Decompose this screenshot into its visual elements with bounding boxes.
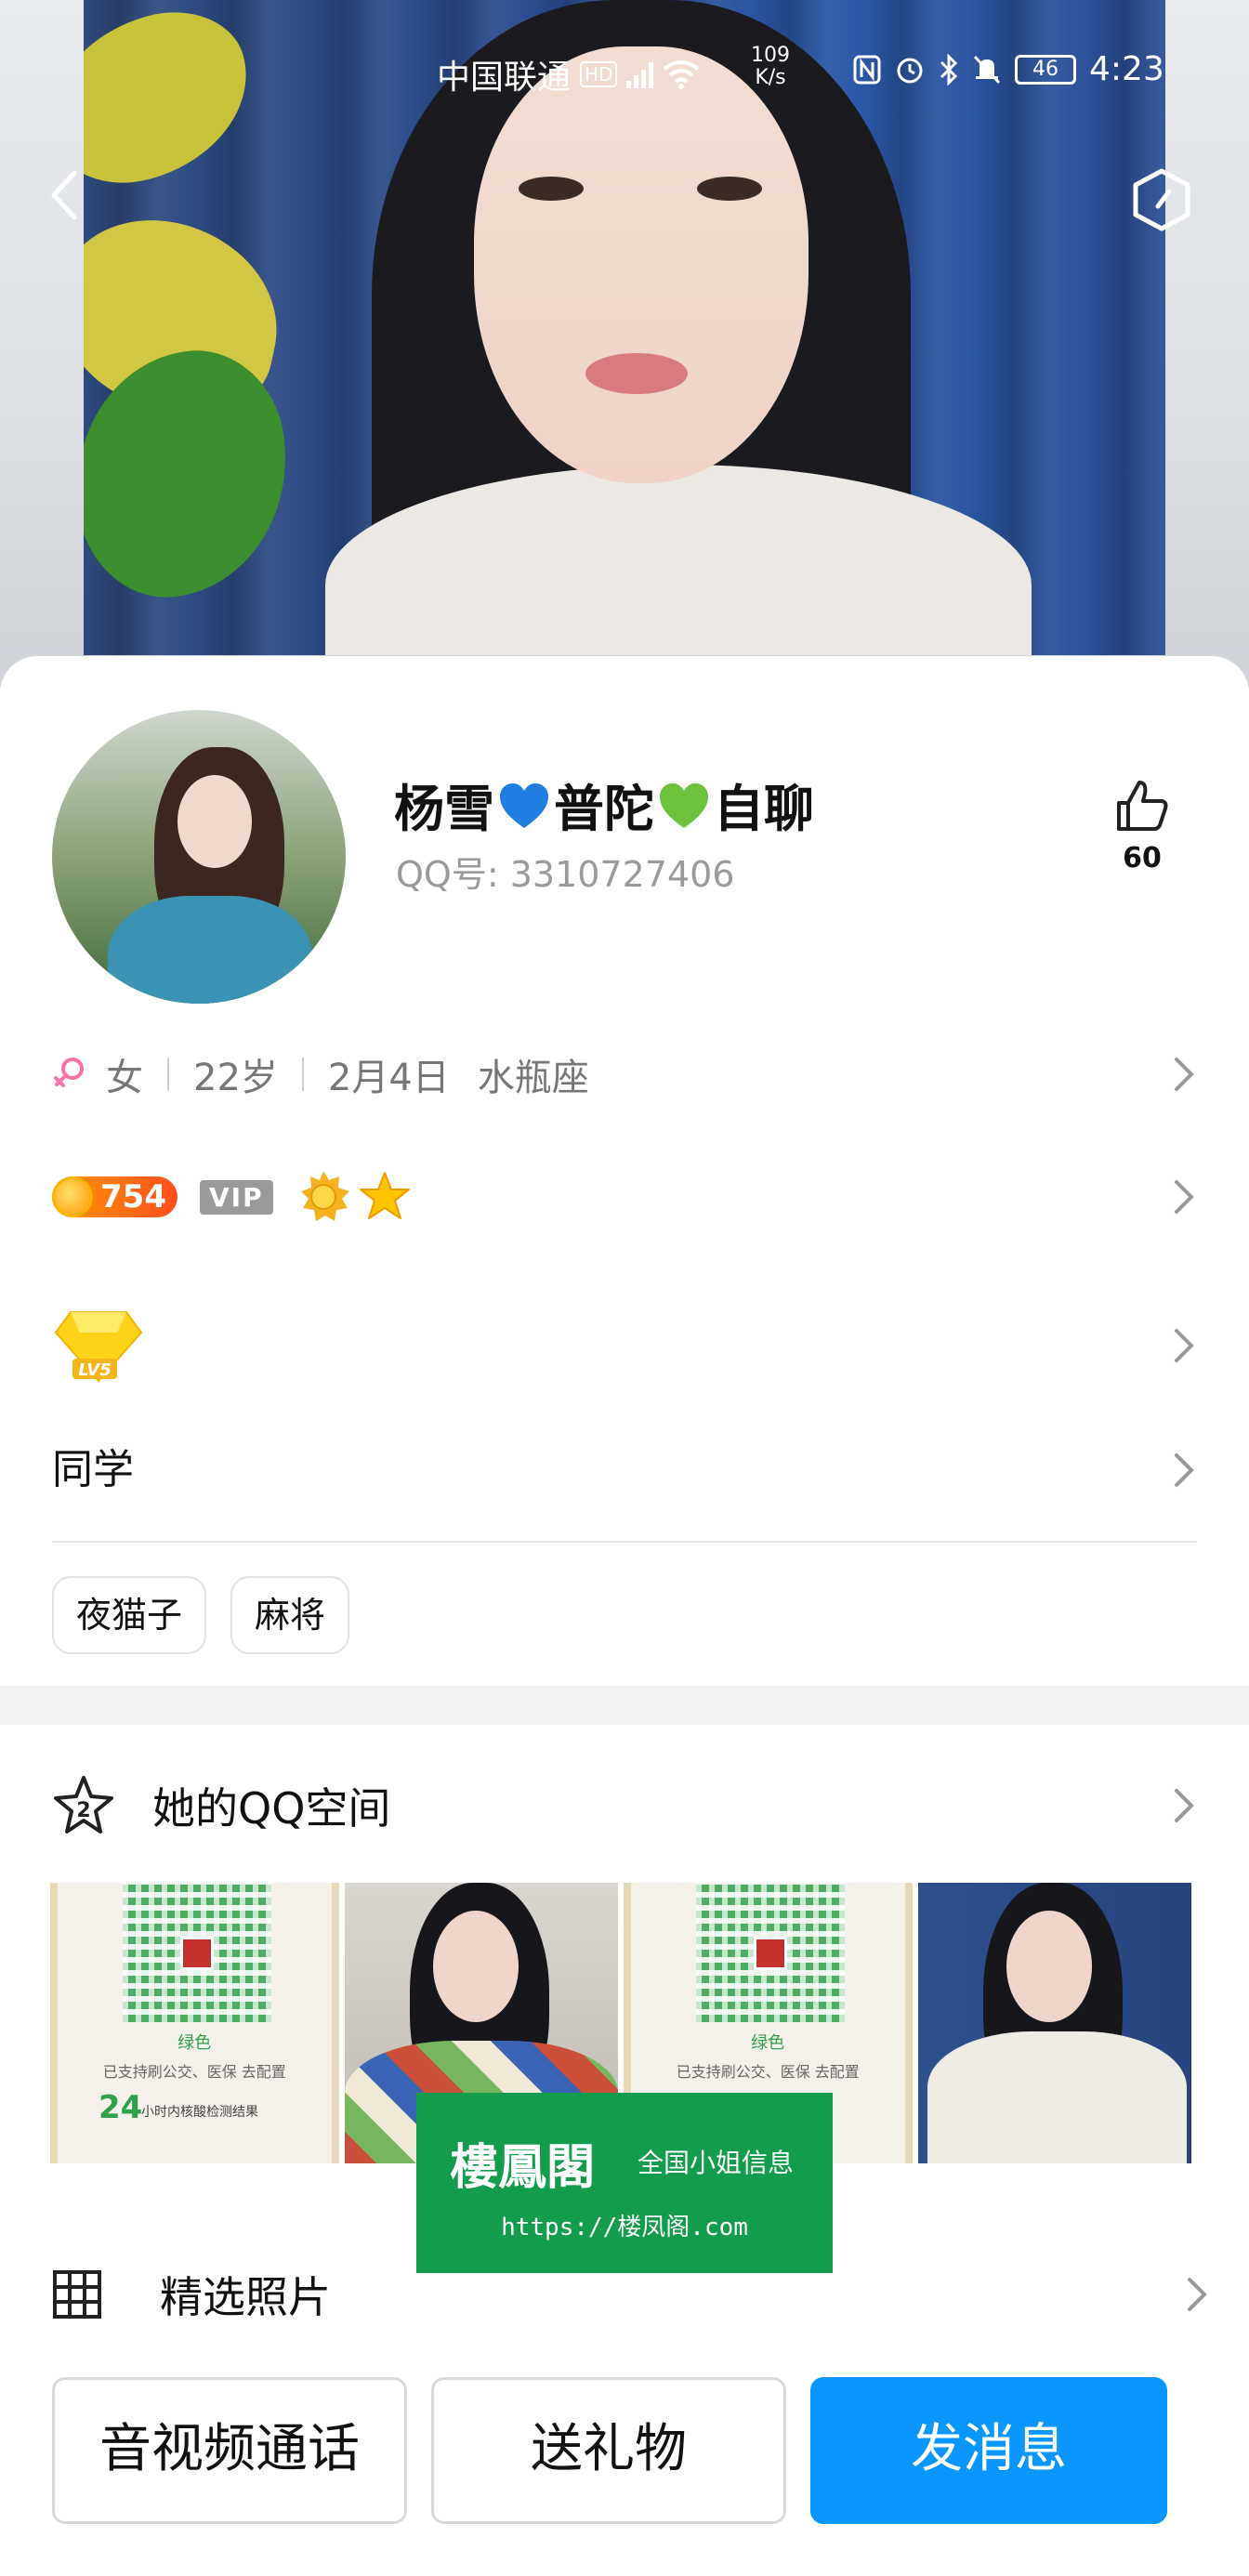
- carrier-name: 中国联通: [437, 59, 572, 97]
- action-bar: 音视频通话 送礼物 发消息: [52, 2377, 1167, 2524]
- birthday: 2月4日: [327, 1057, 450, 1099]
- divider: [301, 1058, 304, 1091]
- section-divider: [0, 1686, 1249, 1725]
- chevron-right-icon: [1175, 1789, 1194, 1822]
- coin-badge: 754: [52, 1176, 177, 1217]
- qzone-star-icon: 2: [54, 1776, 113, 1833]
- watermark-banner: 樓鳳閣 全国小姐信息 https://楼凤阁.com: [416, 2093, 833, 2273]
- badges-row[interactable]: 754 VIP: [52, 1169, 1197, 1225]
- more-button[interactable]: [1132, 167, 1191, 232]
- svg-text:2: 2: [76, 1799, 90, 1822]
- status-bar: 中国联通 HD 109 K/s 46 4:23: [0, 45, 1249, 104]
- qzone-row[interactable]: 2 她的QQ空间: [52, 1773, 1197, 1838]
- coin-icon: [52, 1176, 93, 1217]
- hd-badge: HD: [580, 61, 618, 87]
- featured-photos-row[interactable]: 精选照片: [52, 2262, 1207, 2327]
- divider: [167, 1058, 169, 1091]
- signal-icon: [626, 60, 654, 88]
- bluetooth-icon: [940, 53, 958, 85]
- chevron-right-icon: [1175, 1453, 1194, 1487]
- send-gift-button[interactable]: 送礼物: [431, 2377, 786, 2524]
- female-icon: [54, 1058, 84, 1087]
- thumbs-up-icon: [1117, 781, 1168, 831]
- featured-photos-label: 精选照片: [160, 2272, 331, 2322]
- qq-number: QQ号: 3310727406: [396, 854, 735, 895]
- alarm-icon: [897, 58, 923, 83]
- relation-row[interactable]: 同学: [52, 1442, 1197, 1498]
- qzone-photo[interactable]: [917, 1883, 1191, 2163]
- divider: [52, 1541, 1197, 1543]
- relation-label: 同学: [52, 1446, 134, 1493]
- avatar[interactable]: [52, 710, 346, 1004]
- battery-indicator: 46: [1015, 54, 1076, 85]
- star-icon: [359, 1172, 410, 1219]
- send-message-button[interactable]: 发消息: [810, 2377, 1167, 2524]
- blue-heart-icon: [500, 783, 548, 828]
- vip-badge: VIP: [199, 1179, 273, 1215]
- mute-icon: [973, 55, 1001, 84]
- back-button[interactable]: [46, 167, 93, 232]
- gender: 女: [106, 1057, 143, 1099]
- tag-item[interactable]: 麻将: [230, 1576, 350, 1654]
- green-heart-icon: [660, 783, 708, 828]
- wifi-icon: [664, 60, 700, 89]
- basic-info-row[interactable]: 女 22岁 2月4日 水瓶座: [52, 1046, 1197, 1102]
- tag-item[interactable]: 夜猫子: [52, 1576, 207, 1654]
- grid-icon: [53, 2270, 101, 2319]
- like-count: 60: [1123, 842, 1162, 874]
- nfc-icon: [853, 55, 881, 84]
- age: 22岁: [193, 1057, 278, 1099]
- av-call-button[interactable]: 音视频通话: [52, 2377, 407, 2524]
- like-button[interactable]: 60: [1111, 777, 1173, 874]
- chevron-right-icon: [1175, 1180, 1194, 1214]
- hexagon-icon: [1133, 168, 1190, 231]
- chevron-left-icon: [51, 170, 77, 220]
- diamond-level-icon: LV5: [54, 1311, 143, 1383]
- level-row[interactable]: LV5: [52, 1307, 1197, 1390]
- nickname: 杨雪 普陀 自聊: [394, 780, 814, 838]
- chevron-right-icon: [1175, 1058, 1194, 1091]
- network-speed: 109 K/s: [751, 44, 790, 89]
- svg-text:LV5: LV5: [78, 1360, 111, 1380]
- cover-photo[interactable]: 中国联通 HD 109 K/s 46 4:23: [0, 0, 1249, 688]
- chevron-right-icon: [1188, 2278, 1207, 2311]
- clock-time: 4:23: [1089, 50, 1164, 88]
- interest-tags: 夜猫子 麻将: [52, 1576, 350, 1654]
- chevron-right-icon: [1175, 1329, 1194, 1362]
- qzone-photo[interactable]: 绿色 已支持刷公交、医保 去配置 24 小时内核酸检测结果: [50, 1883, 339, 2163]
- sun-icon: [300, 1171, 349, 1221]
- zodiac: 水瓶座: [477, 1057, 589, 1099]
- qzone-label: 她的QQ空间: [152, 1783, 391, 1833]
